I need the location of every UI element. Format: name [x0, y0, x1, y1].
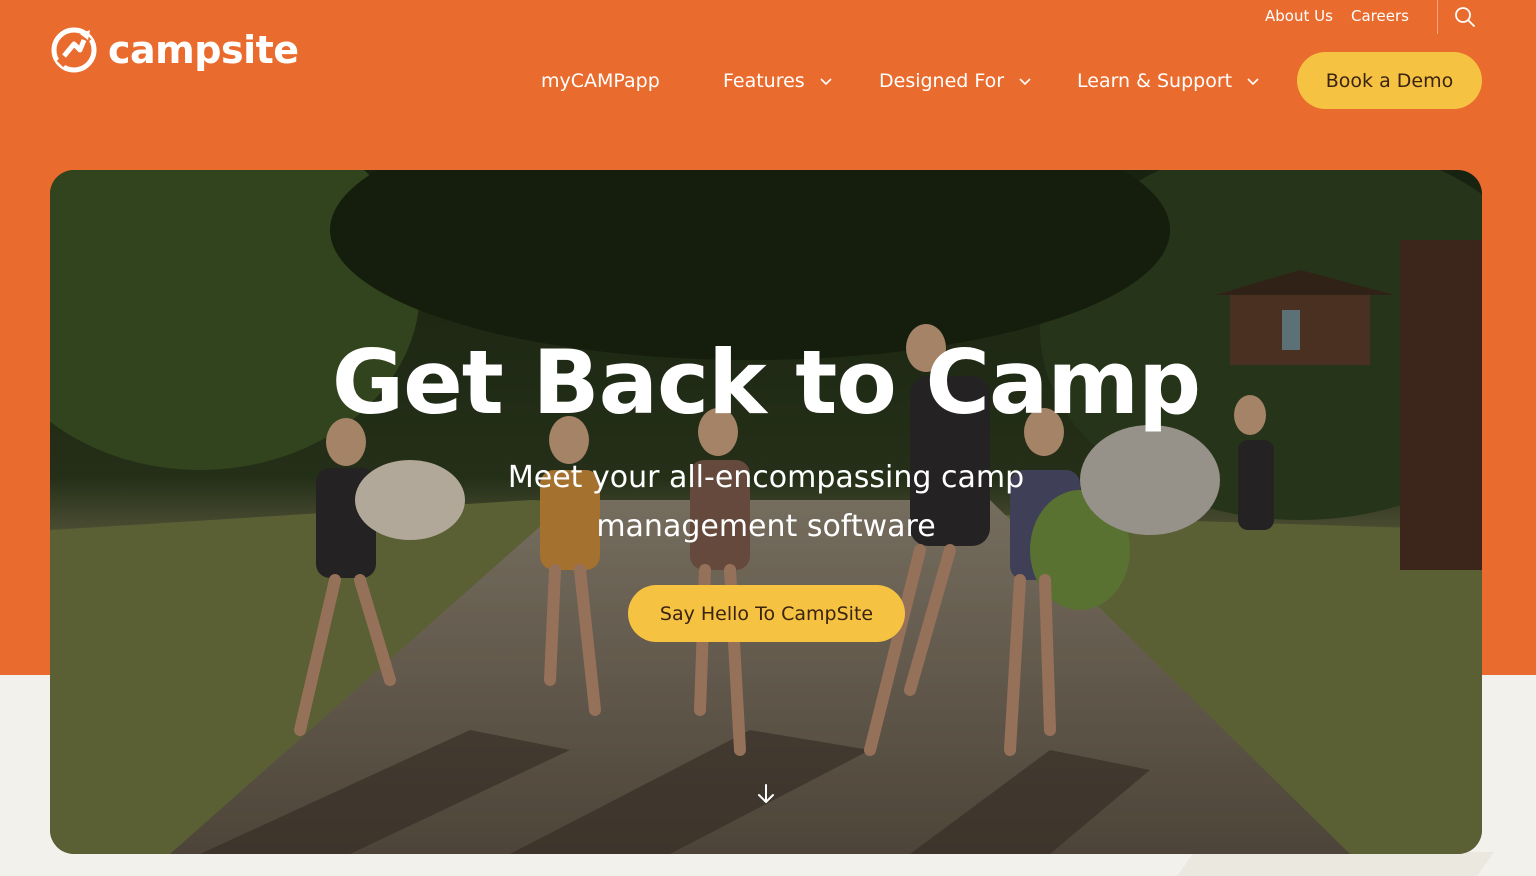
- brand-name: campsite: [108, 28, 299, 72]
- campsite-logo-icon: [51, 27, 97, 73]
- nav-careers[interactable]: Careers: [1351, 7, 1409, 25]
- search-icon[interactable]: [1453, 5, 1477, 29]
- nav-mycampapp[interactable]: myCAMPapp: [541, 66, 660, 96]
- nav-designed-for-label: Designed For: [879, 70, 1005, 92]
- hero-title: Get Back to Camp: [331, 331, 1201, 434]
- chevron-down-icon: [820, 78, 832, 86]
- nav-designed-for[interactable]: Designed For: [879, 66, 1032, 96]
- arrow-down-icon[interactable]: [755, 782, 777, 806]
- hero-subtitle: Meet your all-encompassing camp manageme…: [507, 460, 1025, 544]
- nav-learn-support[interactable]: Learn & Support: [1077, 66, 1260, 96]
- nav-mycampapp-label: myCAMPapp: [541, 70, 660, 92]
- brand-logo[interactable]: campsite: [50, 26, 299, 74]
- book-demo-button[interactable]: Book a Demo: [1297, 52, 1482, 109]
- utility-divider: [1437, 0, 1438, 34]
- nav-features-label: Features: [723, 70, 805, 92]
- chevron-down-icon: [1247, 78, 1259, 86]
- hero-section: Get Back to Camp Meet your all-encompass…: [50, 170, 1482, 854]
- nav-features[interactable]: Features: [723, 66, 833, 96]
- chevron-down-icon: [1019, 78, 1031, 86]
- decorative-shape: [1165, 852, 1495, 876]
- nav-learn-support-label: Learn & Support: [1077, 70, 1233, 92]
- say-hello-button[interactable]: Say Hello To CampSite: [628, 585, 905, 642]
- nav-about-us[interactable]: About Us: [1265, 7, 1333, 25]
